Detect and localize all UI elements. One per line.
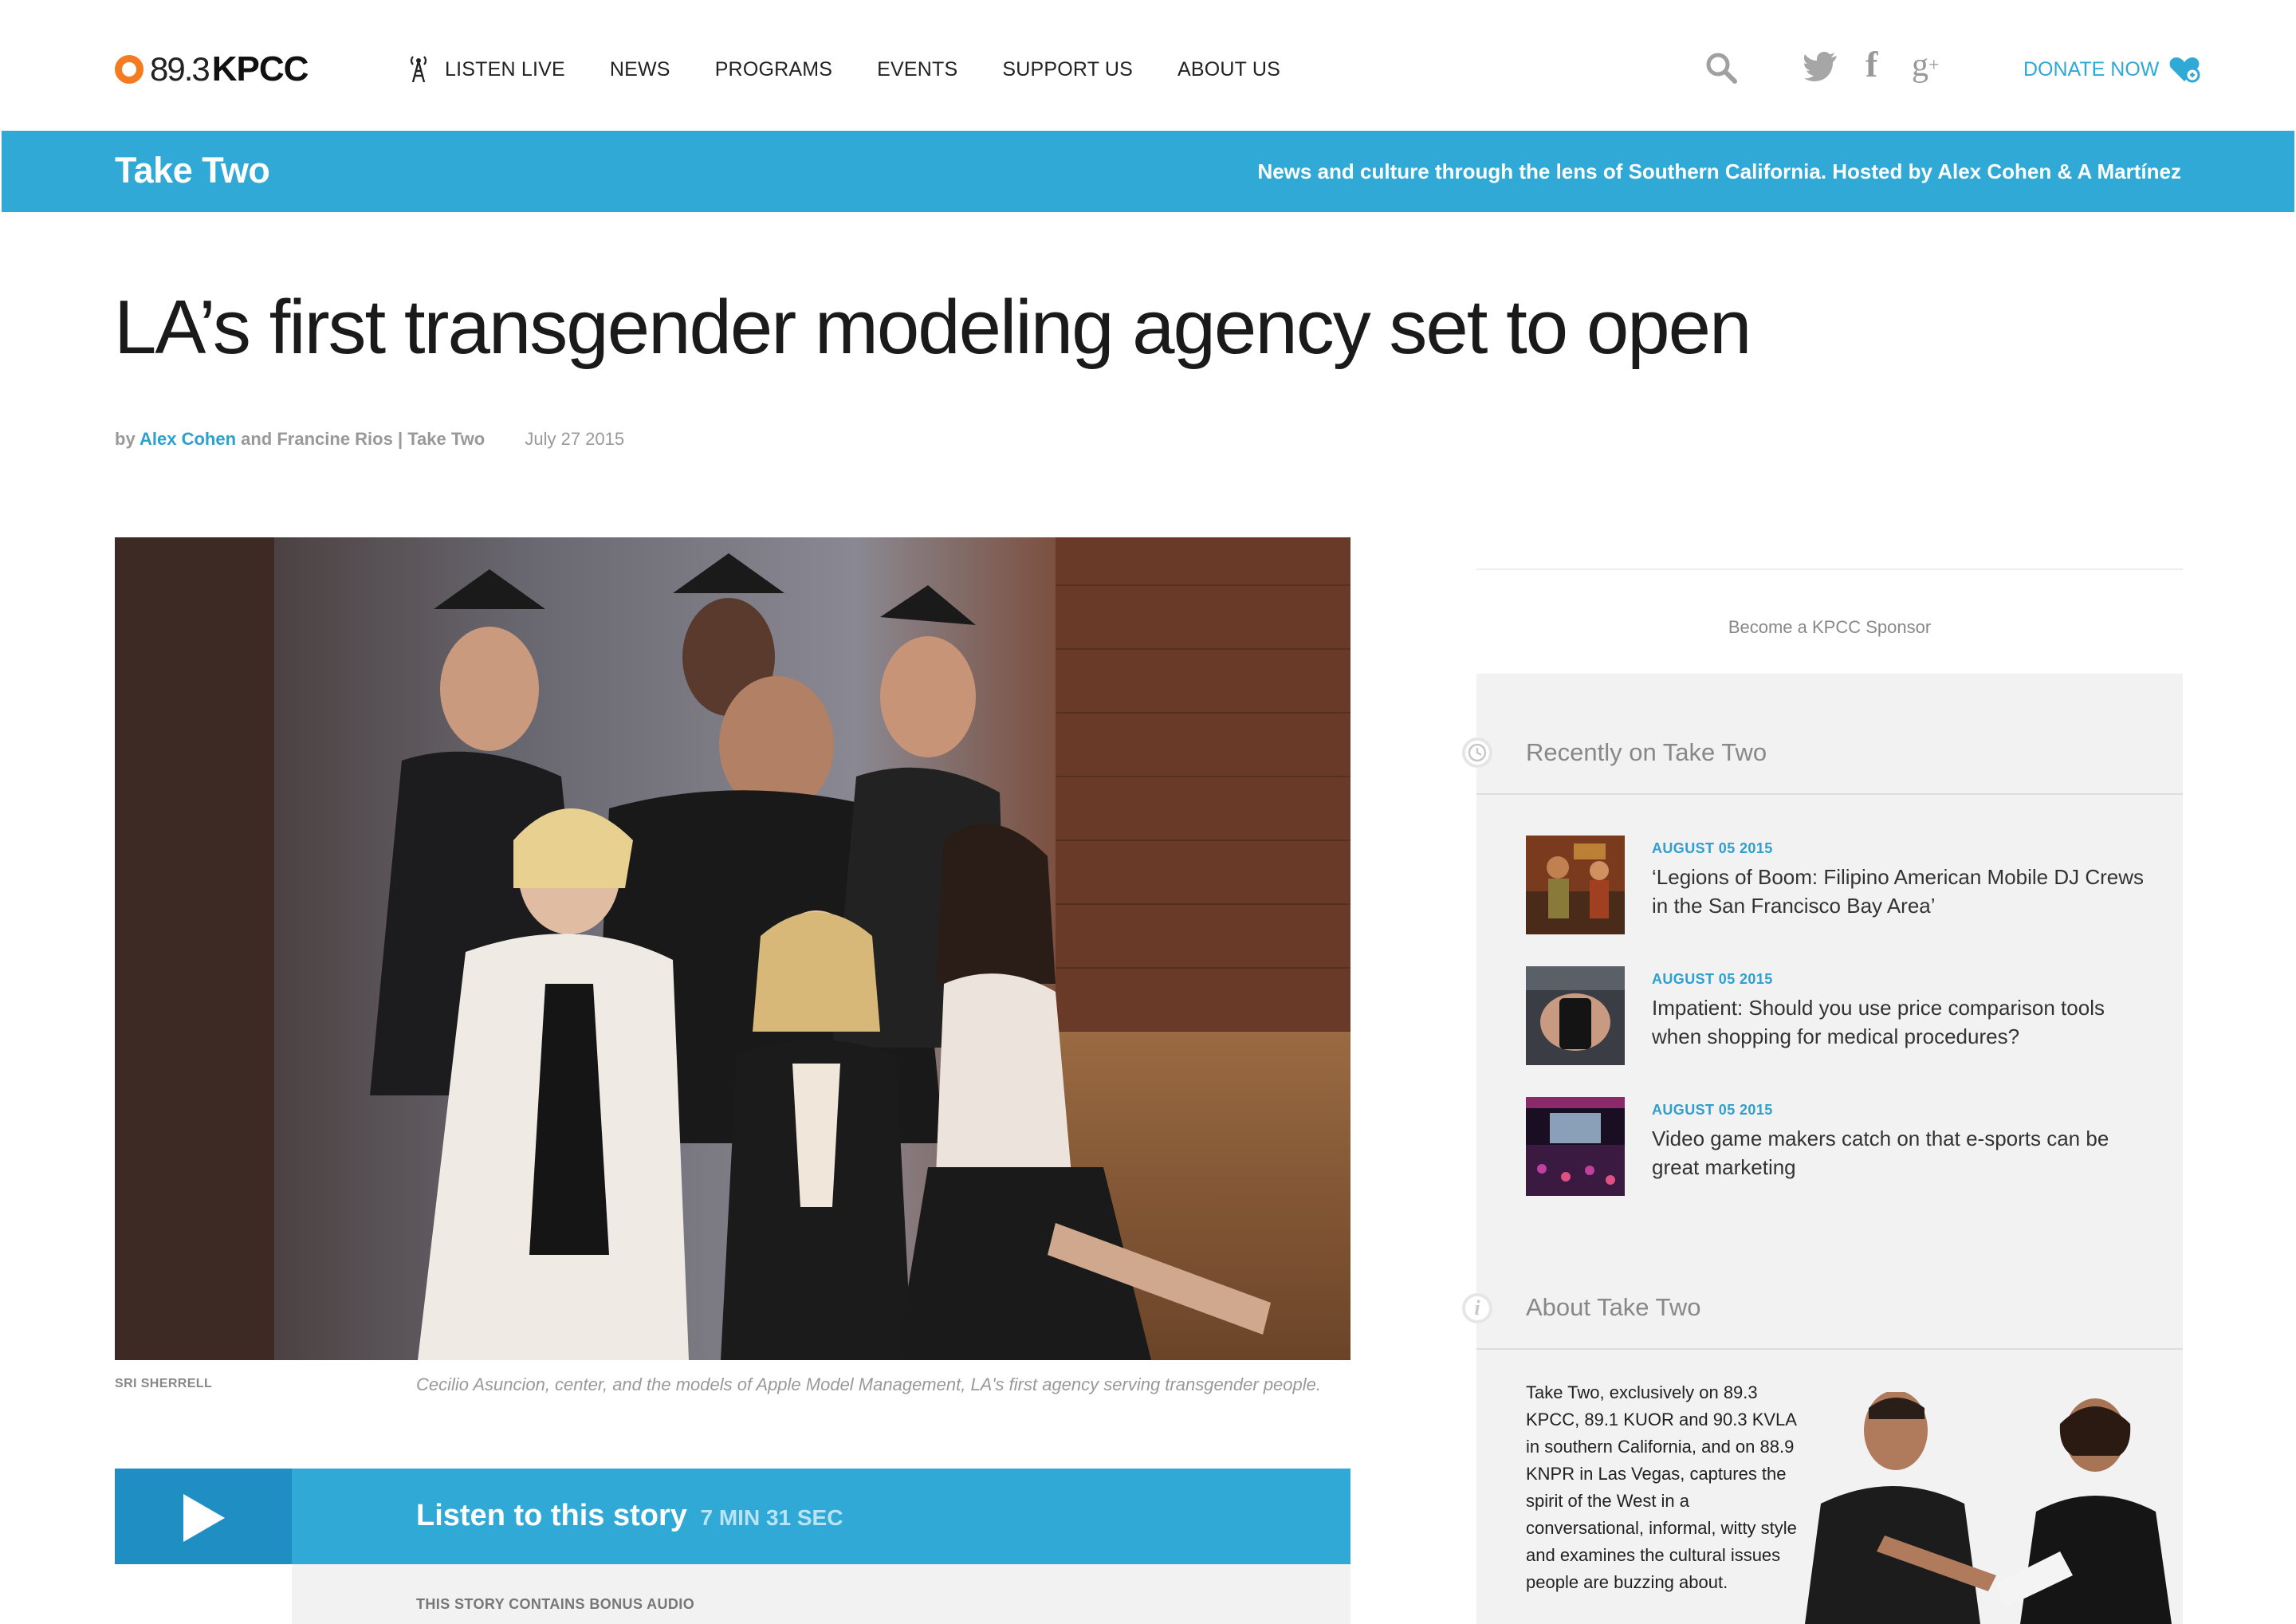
story-date: AUGUST 05 2015	[1652, 1102, 1773, 1118]
kpcc-logo[interactable]: 89.3 KPCC	[115, 49, 309, 89]
story-date: AUGUST 05 2015	[1652, 971, 1773, 987]
byline-by: by	[115, 429, 136, 449]
program-banner: Take Two News and culture through the le…	[2, 131, 2294, 212]
become-sponsor-link[interactable]: Become a KPCC Sponsor	[1476, 617, 2183, 638]
nav-about-us[interactable]: ABOUT US	[1177, 58, 1280, 81]
search-icon[interactable]	[1704, 51, 1738, 85]
article-date: July 27 2015	[525, 429, 625, 449]
photo-credit: SRI SHERRELL	[115, 1377, 213, 1390]
top-navigation: 89.3 KPCC LISTEN LIVE NEWS PROGRAMS EVEN…	[0, 0, 2296, 131]
story-title[interactable]: Impatient: Should you use price comparis…	[1652, 993, 2146, 1051]
nav-support-us[interactable]: SUPPORT US	[1002, 58, 1133, 81]
article-byline: by Alex Cohen and Francine Rios | Take T…	[115, 429, 624, 450]
program-tagline: News and culture through the lens of Sou…	[1257, 159, 2181, 183]
listen-to-story-link[interactable]: Listen to this story 7 MIN 31 SEC	[416, 1499, 843, 1533]
logo-call-sign: KPCC	[211, 49, 309, 88]
clock-icon	[1462, 737, 1492, 768]
article-hero-photo	[115, 537, 1350, 1360]
bonus-audio-label: THIS STORY CONTAINS BONUS AUDIO	[416, 1596, 695, 1612]
twitter-icon[interactable]	[1803, 51, 1838, 83]
byline-coauthor: and Francine Rios	[236, 429, 393, 449]
byline-separator: |	[392, 429, 408, 449]
sidebar-top-divider	[1476, 568, 2183, 570]
main-menu: LISTEN LIVE NEWS PROGRAMS EVENTS SUPPORT…	[408, 56, 1325, 83]
byline-program-link[interactable]: Take Two	[407, 429, 485, 449]
hosts-photo	[1797, 1392, 2183, 1624]
audio-duration: 7 MIN 31 SEC	[700, 1505, 843, 1530]
nav-news[interactable]: NEWS	[610, 58, 670, 81]
story-date: AUGUST 05 2015	[1652, 840, 1773, 856]
recent-divider	[1476, 793, 2183, 795]
play-button[interactable]	[115, 1469, 292, 1564]
listen-live-label: LISTEN LIVE	[445, 57, 565, 81]
about-divider	[1476, 1348, 2183, 1350]
logo-circle-icon	[115, 55, 144, 84]
story-thumbnail	[1526, 966, 1625, 1065]
donate-now-label: DONATE NOW	[2023, 57, 2160, 81]
hero-photo-illustration	[115, 537, 1350, 1360]
program-title-link[interactable]: Take Two	[115, 150, 270, 191]
facebook-icon[interactable]: f	[1866, 41, 1877, 86]
recent-heading: Recently on Take Two	[1526, 738, 1767, 766]
google-plus-icon[interactable]: g +	[1912, 43, 1940, 88]
listen-live-link[interactable]: LISTEN LIVE	[408, 55, 565, 84]
nav-programs[interactable]: PROGRAMS	[715, 58, 832, 81]
recent-story[interactable]: AUGUST 05 2015 Impatient: Should you use…	[1526, 966, 2164, 1067]
donate-now-button[interactable]: DONATE NOW	[2023, 56, 2200, 83]
article-headline: LA’s first transgender modeling agency s…	[114, 285, 1751, 370]
nav-events[interactable]: EVENTS	[877, 58, 957, 81]
recent-story[interactable]: AUGUST 05 2015 Video game makers catch o…	[1526, 1097, 2164, 1197]
author-link[interactable]: Alex Cohen	[140, 429, 236, 449]
about-description: Take Two, exclusively on 89.3 KPCC, 89.1…	[1526, 1382, 1797, 1592]
recent-story[interactable]: AUGUST 05 2015 ‘Legions of Boom: Filipin…	[1526, 836, 2164, 936]
bonus-audio-panel: THIS STORY CONTAINS BONUS AUDIO	[292, 1564, 1350, 1624]
about-heading: About Take Two	[1526, 1293, 1701, 1321]
story-thumbnail	[1526, 1097, 1625, 1196]
radio-tower-icon	[410, 56, 427, 83]
play-icon	[183, 1494, 225, 1542]
listen-label: Listen to this story	[416, 1499, 687, 1532]
audio-player: Listen to this story 7 MIN 31 SEC	[115, 1469, 1350, 1564]
story-title[interactable]: ‘Legions of Boom: Filipino American Mobi…	[1652, 863, 2146, 920]
story-title[interactable]: Video game makers catch on that e-sports…	[1652, 1124, 2146, 1182]
logo-frequency: 89.3	[150, 50, 210, 88]
photo-caption: Cecilio Asuncion, center, and the models…	[416, 1374, 1321, 1394]
story-thumbnail	[1526, 836, 1625, 934]
info-icon: i	[1462, 1293, 1492, 1323]
heart-icon	[2169, 57, 2200, 83]
